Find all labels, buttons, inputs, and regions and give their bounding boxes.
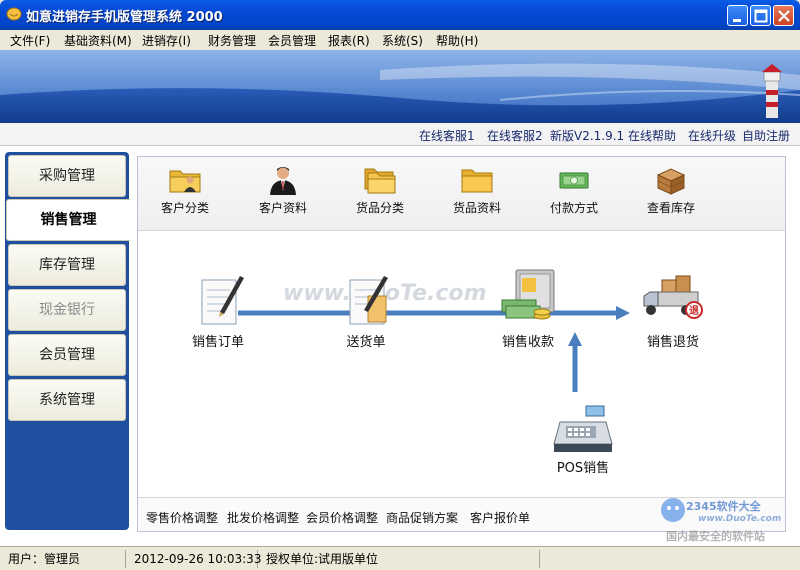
nav-purchase[interactable]: 采购管理	[8, 155, 126, 197]
nav-members[interactable]: 会员管理	[8, 334, 126, 376]
toolbar: 客户分类 客户资料 货品分类 货品资料 付款方式 查看库存	[138, 157, 785, 231]
menu-help[interactable]: 帮助(H)	[436, 32, 478, 49]
svg-text:退: 退	[689, 305, 699, 317]
maximize-icon	[754, 9, 768, 23]
menu-system[interactable]: 系统(S)	[382, 32, 423, 49]
window-title: 如意进销存手机版管理系统 2000	[26, 10, 223, 25]
main-area: 客户分类 客户资料 货品分类 货品资料 付款方式 查看库存 www.DuoTe.…	[130, 146, 800, 546]
folders-icon	[364, 168, 396, 194]
flow-delivery-note[interactable]: 送货单	[326, 272, 406, 350]
close-button[interactable]	[773, 5, 794, 26]
nav-system[interactable]: 系统管理	[8, 379, 126, 421]
nav-cash-bank[interactable]: 现金银行	[8, 289, 126, 331]
app-icon	[6, 7, 22, 21]
link-promotion-plan[interactable]: 商品促销方案	[386, 509, 458, 526]
flow-sales-receipt[interactable]: 销售收款	[483, 266, 573, 350]
folder-user-icon	[169, 170, 201, 193]
tool-goods-info[interactable]: 货品资料	[432, 165, 522, 227]
sales-panel: 客户分类 客户资料 货品分类 货品资料 付款方式 查看库存 www.DuoTe.…	[137, 156, 786, 532]
folder-icon	[461, 169, 493, 193]
menu-bar: 文件(F) 基础资料(M) 进销存(I) 财务管理 会员管理 报表(R) 系统(…	[0, 30, 800, 50]
link-wholesale-price-adjust[interactable]: 批发价格调整	[227, 509, 299, 526]
link-self-register[interactable]: 自助注册	[742, 127, 790, 144]
truck-icon: 退	[643, 275, 703, 319]
arrow-right-icon	[616, 306, 630, 320]
link-online-help[interactable]: 在线帮助	[628, 127, 676, 144]
link-customer-quote[interactable]: 客户报价单	[470, 509, 530, 526]
banner-graphic	[0, 50, 800, 123]
link-online-service-1[interactable]: 在线客服1	[419, 127, 475, 144]
close-icon	[778, 10, 790, 22]
banner	[0, 50, 800, 123]
sales-flow: www.DuoTe.com 销售订单 送货单 销售收款 退 销售退货 POS销售	[138, 232, 785, 490]
menu-members[interactable]: 会员管理	[268, 32, 316, 49]
mascot-icon	[661, 498, 685, 522]
link-online-upgrade[interactable]: 在线升级	[688, 127, 736, 144]
menu-file[interactable]: 文件(F)	[10, 32, 50, 49]
link-retail-price-adjust[interactable]: 零售价格调整	[146, 509, 218, 526]
title-bar[interactable]: 如意进销存手机版管理系统 2000	[0, 0, 800, 30]
flow-sales-return[interactable]: 退 销售退货	[633, 268, 713, 350]
tool-goods-category[interactable]: 货品分类	[335, 165, 425, 227]
document-pen-icon	[201, 276, 244, 325]
cash-register-icon	[553, 405, 613, 452]
corner-watermark: 2345软件大全 www.DuoTe.com 国内最安全的软件站	[658, 496, 800, 546]
left-nav: 采购管理 销售管理 库存管理 现金银行 会员管理 系统管理	[0, 146, 130, 546]
status-datetime: 2012-09-26 10:03:33	[128, 550, 261, 568]
menu-finance[interactable]: 财务管理	[208, 32, 256, 49]
menu-basic-data[interactable]: 基础资料(M)	[64, 32, 132, 49]
businessman-icon	[270, 167, 296, 195]
status-user: 用户：管理员	[2, 550, 126, 568]
nav-sales[interactable]: 销售管理	[6, 199, 130, 241]
tool-customer-category[interactable]: 客户分类	[140, 165, 230, 227]
link-online-service-2[interactable]: 在线客服2	[487, 127, 543, 144]
maximize-button[interactable]	[750, 5, 771, 26]
tool-payment-method[interactable]: 付款方式	[529, 165, 619, 227]
status-bar: 用户：管理员 2012-09-26 10:03:33 授权单位:试用版单位	[0, 546, 800, 570]
boxes-icon	[656, 168, 686, 195]
link-bar: 在线客服1 在线客服2 新版V2.1.9.1 在线帮助 在线升级 自助注册	[0, 123, 800, 146]
link-member-price-adjust[interactable]: 会员价格调整	[306, 509, 378, 526]
safe-money-icon	[501, 269, 555, 320]
flow-pos-sale[interactable]: POS销售	[543, 404, 623, 476]
menu-inventory[interactable]: 进销存(I)	[142, 32, 191, 49]
delivery-document-icon	[349, 276, 388, 325]
status-license: 授权单位:试用版单位	[260, 550, 540, 568]
menu-reports[interactable]: 报表(R)	[328, 32, 370, 49]
nav-inventory[interactable]: 库存管理	[8, 244, 126, 286]
tool-view-stock[interactable]: 查看库存	[626, 165, 716, 227]
link-version[interactable]: 新版V2.1.9.1	[550, 127, 624, 144]
minimize-button[interactable]	[727, 5, 748, 26]
minimize-icon	[733, 19, 741, 22]
tool-customer-info[interactable]: 客户资料	[238, 165, 328, 227]
flow-sales-order[interactable]: 销售订单	[178, 272, 258, 350]
cash-icon	[559, 172, 589, 189]
